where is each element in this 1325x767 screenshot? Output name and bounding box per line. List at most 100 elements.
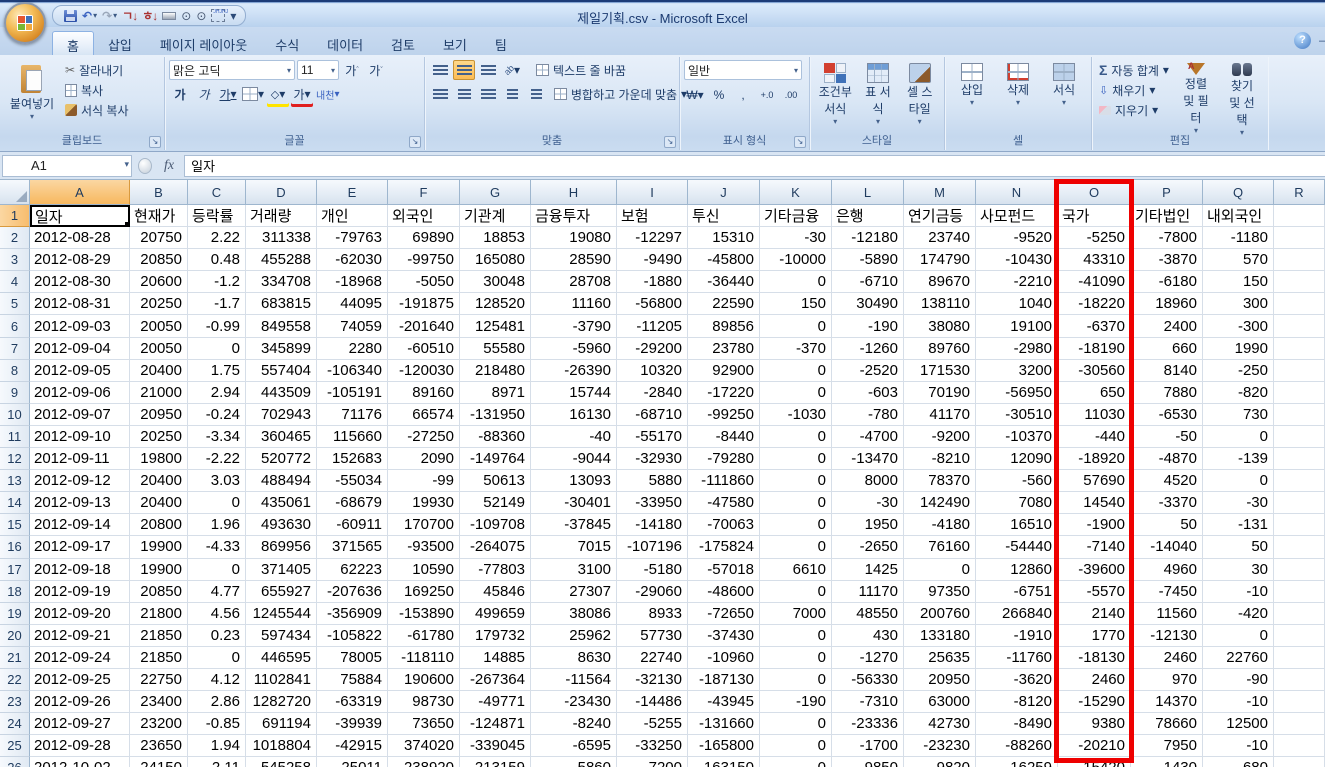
cell[interactable]: 30 [1203, 559, 1274, 581]
row-header-9[interactable]: 9 [0, 382, 30, 404]
cell[interactable]: 0 [760, 669, 832, 691]
cell[interactable]: -213159 [460, 757, 531, 767]
cut-button[interactable]: ✂잘라내기 [62, 60, 132, 80]
cell[interactable]: 20050 [130, 338, 188, 360]
row-header-20[interactable]: 20 [0, 625, 30, 647]
cell[interactable]: -0.24 [188, 404, 246, 426]
cell[interactable]: 849558 [246, 315, 317, 337]
cell[interactable]: -23430 [531, 691, 617, 713]
column-header-H[interactable]: H [531, 180, 617, 205]
cell[interactable]: 23200 [130, 713, 188, 735]
cell[interactable]: 52149 [460, 492, 531, 514]
cell[interactable]: 218480 [460, 360, 531, 382]
cell[interactable]: 16130 [531, 404, 617, 426]
cell[interactable]: 493630 [246, 514, 317, 536]
cell[interactable]: -7450 [1131, 581, 1203, 603]
cell[interactable]: 63000 [904, 691, 976, 713]
cell[interactable]: 0 [760, 271, 832, 293]
cell[interactable] [1274, 404, 1325, 426]
cell[interactable]: 2012-08-31 [30, 293, 130, 315]
cell[interactable]: 691194 [246, 713, 317, 735]
cell[interactable]: 2012-09-17 [30, 536, 130, 558]
cell[interactable]: -10430 [976, 249, 1058, 271]
cell[interactable]: 0.23 [188, 625, 246, 647]
cell[interactable]: 22590 [688, 293, 760, 315]
cell[interactable]: 기관계 [460, 205, 531, 227]
cell[interactable]: -820 [1203, 382, 1274, 404]
cell[interactable]: 730 [1203, 404, 1274, 426]
cell[interactable]: -9044 [531, 448, 617, 470]
cell[interactable]: 138110 [904, 293, 976, 315]
cell[interactable]: 2012-09-25 [30, 669, 130, 691]
cell[interactable]: 133180 [904, 625, 976, 647]
cell[interactable]: 거래량 [246, 205, 317, 227]
cell[interactable] [1274, 536, 1325, 558]
cell[interactable]: 20050 [130, 315, 188, 337]
cell[interactable]: 3100 [531, 559, 617, 581]
cell[interactable]: 48550 [832, 603, 904, 625]
cell[interactable] [1274, 669, 1325, 691]
cell[interactable]: -63319 [317, 691, 388, 713]
cell[interactable] [1274, 382, 1325, 404]
cell[interactable] [1274, 470, 1325, 492]
column-header-I[interactable]: I [617, 180, 688, 205]
row-header-10[interactable]: 10 [0, 404, 30, 426]
row-header-18[interactable]: 18 [0, 581, 30, 603]
cell[interactable]: 20850 [130, 581, 188, 603]
cell[interactable]: -8240 [531, 713, 617, 735]
row-header-14[interactable]: 14 [0, 492, 30, 514]
cell[interactable]: 28708 [531, 271, 617, 293]
cell[interactable]: 2012-09-20 [30, 603, 130, 625]
cell[interactable]: -30510 [976, 404, 1058, 426]
percent-format-button[interactable]: % [708, 85, 730, 105]
cell[interactable]: -39939 [317, 713, 388, 735]
cell[interactable]: -7140 [1058, 536, 1131, 558]
row-header-6[interactable]: 6 [0, 315, 30, 337]
align-right-button[interactable] [477, 84, 499, 104]
cell[interactable]: 2012-09-27 [30, 713, 130, 735]
cell[interactable] [1274, 713, 1325, 735]
cell[interactable]: 기타금융 [760, 205, 832, 227]
cell[interactable]: -3790 [531, 315, 617, 337]
cell[interactable]: 0 [188, 559, 246, 581]
cell[interactable]: -250 [1203, 360, 1274, 382]
cell[interactable]: 0 [760, 514, 832, 536]
font-color-button[interactable]: 가▾ [291, 84, 313, 104]
cell[interactable] [1274, 581, 1325, 603]
cell[interactable]: 557404 [246, 360, 317, 382]
column-header-E[interactable]: E [317, 180, 388, 205]
cell[interactable]: 2012-09-18 [30, 559, 130, 581]
row-header-4[interactable]: 4 [0, 271, 30, 293]
align-top-button[interactable] [429, 60, 451, 80]
cell[interactable]: 14885 [460, 647, 531, 669]
cell[interactable]: 78370 [904, 470, 976, 492]
cell[interactable]: 7080 [976, 492, 1058, 514]
cell[interactable]: -207636 [317, 581, 388, 603]
cell[interactable] [1274, 514, 1325, 536]
row-header-7[interactable]: 7 [0, 338, 30, 360]
undo-button[interactable]: ↶▾ [81, 7, 98, 25]
row-header-1[interactable]: 1 [0, 205, 30, 227]
cell[interactable]: 12090 [976, 448, 1058, 470]
paste-button[interactable]: 붙여넣기 ▾ [4, 60, 60, 124]
cell[interactable]: 8971 [460, 382, 531, 404]
cell[interactable]: 20950 [904, 669, 976, 691]
currency-format-button[interactable]: ₩▾ [684, 85, 706, 105]
cell[interactable]: 334708 [246, 271, 317, 293]
cell[interactable]: 150 [1203, 271, 1274, 293]
cell[interactable]: -5570 [1058, 581, 1131, 603]
cell[interactable]: 20250 [130, 426, 188, 448]
cell[interactable]: 20600 [130, 271, 188, 293]
cell[interactable]: 1102841 [246, 669, 317, 691]
font-size-select[interactable]: 11▾ [297, 60, 339, 80]
cell[interactable]: 55580 [460, 338, 531, 360]
cell[interactable]: 8630 [531, 647, 617, 669]
cell[interactable]: 2012-09-05 [30, 360, 130, 382]
cell[interactable]: 0 [904, 559, 976, 581]
cell[interactable]: -56950 [976, 382, 1058, 404]
cell[interactable]: 보험 [617, 205, 688, 227]
cell[interactable]: 69890 [388, 227, 460, 249]
cell[interactable]: -2210 [976, 271, 1058, 293]
phonetic-button[interactable]: 내천▾ [315, 84, 340, 104]
cell[interactable]: 2012-08-28 [30, 227, 130, 249]
